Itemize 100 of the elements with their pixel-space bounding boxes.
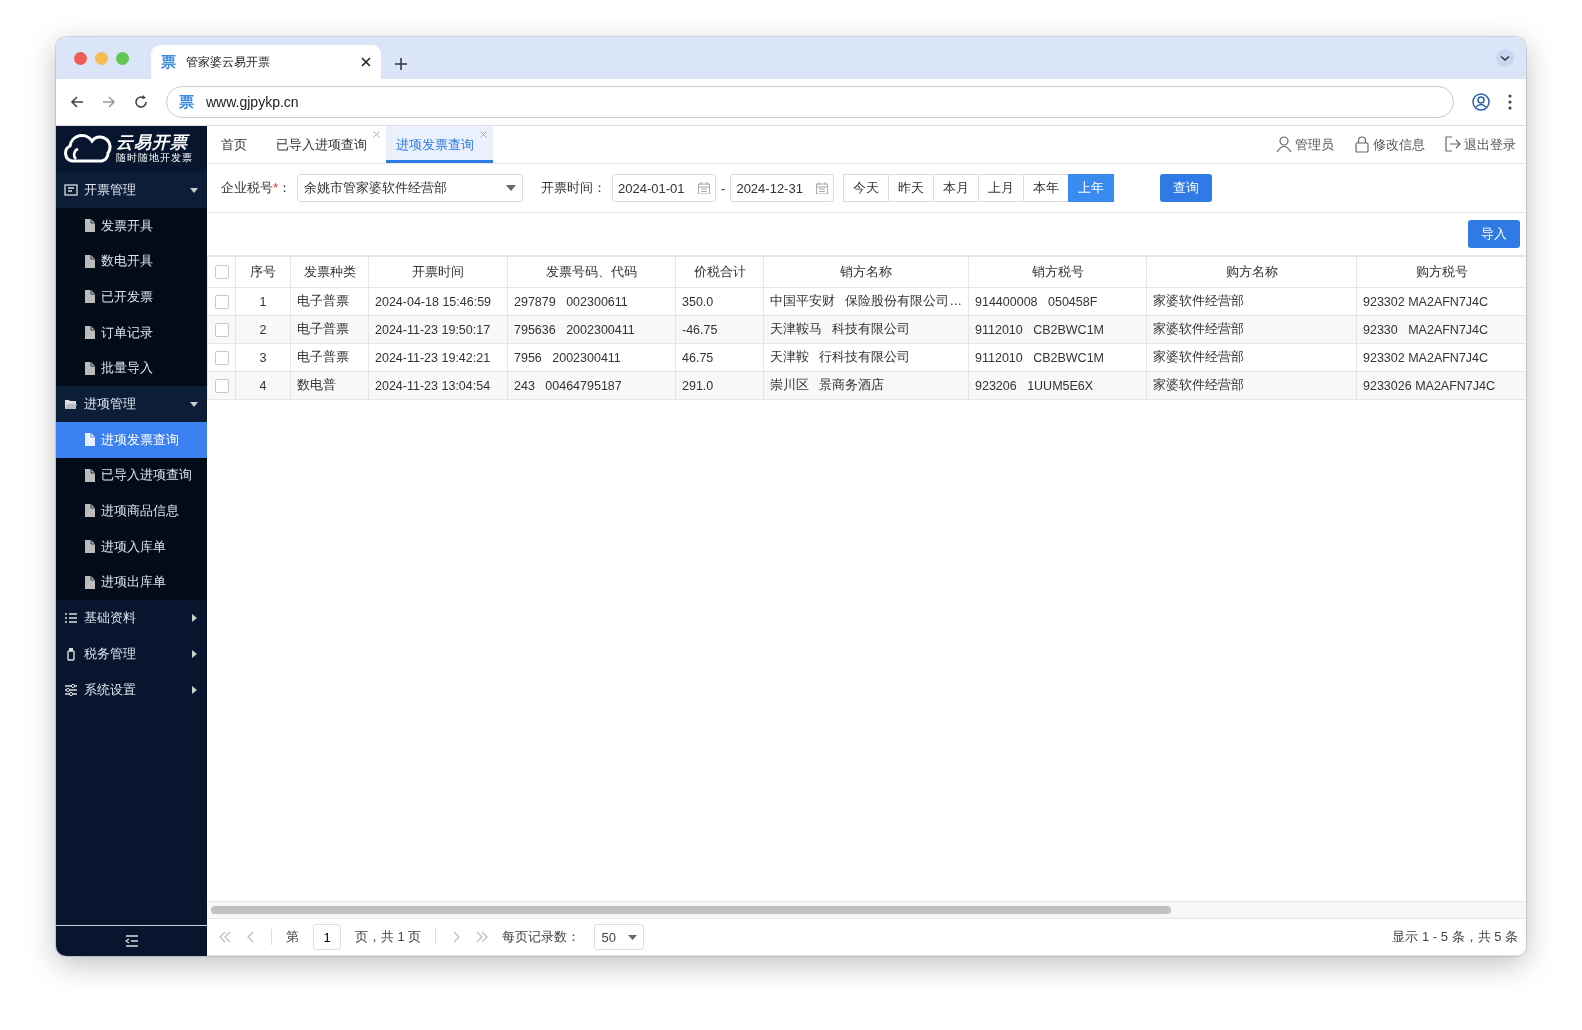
- date-range-button[interactable]: 上月: [978, 174, 1025, 202]
- caret-down-icon: [506, 185, 517, 191]
- menu-group-label: 进项管理: [84, 394, 137, 413]
- table-cell: 2024-11-23 13:04:54: [368, 371, 508, 400]
- table-cell: 2024-11-23 19:50:17: [368, 315, 508, 344]
- column-header: 销方名称: [763, 256, 969, 288]
- menu-group[interactable]: 开票管理: [56, 172, 207, 208]
- search-button[interactable]: 查询: [1160, 174, 1213, 202]
- date-range-button[interactable]: 昨天: [888, 174, 935, 202]
- document-icon: [84, 326, 95, 340]
- column-header: 购方税号: [1356, 256, 1526, 288]
- document-icon: [84, 575, 95, 589]
- field-label: 企业税号*：: [221, 179, 292, 197]
- menu-group[interactable]: 税务管理: [56, 635, 207, 672]
- end-date-field[interactable]: 2024-12-31: [730, 174, 835, 202]
- favicon: 票: [161, 52, 176, 72]
- last-page-icon[interactable]: [476, 931, 489, 943]
- more-icon[interactable]: [1508, 94, 1512, 110]
- horizontal-scrollbar[interactable]: [211, 906, 1171, 914]
- document-icon: [84, 361, 95, 375]
- caret-right-icon: [189, 684, 199, 695]
- table-cell: 923206 1UUM5E6X: [968, 371, 1147, 400]
- menu-group-label: 系统设置: [84, 680, 137, 699]
- table-cell: 9233026 MA2AFN7J4C: [1356, 371, 1526, 400]
- menu-group[interactable]: 基础资料: [56, 599, 207, 636]
- back-icon[interactable]: [70, 95, 84, 109]
- page-tab[interactable]: 进项发票查询: [386, 126, 493, 163]
- menu-item-label: 已导入进项查询: [101, 466, 192, 485]
- table-cell: 天津鞍 行科技有限公司: [763, 343, 969, 372]
- user-icon: [1276, 136, 1292, 153]
- date-range-button[interactable]: 今天: [843, 174, 890, 202]
- header-link[interactable]: 管理员: [1276, 135, 1334, 154]
- table-cell: 291.0: [675, 371, 764, 400]
- logo-title: 云易开票: [116, 134, 191, 152]
- company-select[interactable]: 余姚市管家婆软件经营部: [297, 174, 524, 202]
- document-icon: [84, 504, 95, 518]
- table-cell: 电子普票: [290, 287, 369, 316]
- menu-item[interactable]: 进项入库单: [56, 528, 207, 565]
- menu-group-icon: [64, 183, 78, 197]
- row-checkbox[interactable]: [214, 294, 229, 309]
- zoom-light[interactable]: [116, 51, 129, 65]
- menu-item[interactable]: 批量导入: [56, 350, 207, 386]
- minimize-light[interactable]: [95, 51, 108, 65]
- caret-down-icon: [189, 185, 199, 195]
- document-icon: [84, 540, 95, 554]
- menu-item-label: 批量导入: [101, 359, 153, 378]
- table-cell: 家婆软件经营部: [1146, 343, 1357, 372]
- header-link[interactable]: 退出登录: [1445, 135, 1516, 154]
- select-all-checkbox[interactable]: [214, 265, 229, 280]
- forward-icon[interactable]: [102, 95, 116, 109]
- reload-icon[interactable]: [134, 95, 148, 109]
- menu-group-icon: [64, 682, 78, 697]
- menu-item[interactable]: 数电开具: [56, 243, 207, 280]
- table-cell: 电子普票: [290, 315, 369, 344]
- import-button[interactable]: 导入: [1468, 220, 1520, 248]
- dropdown-icon[interactable]: [1496, 49, 1514, 67]
- start-date-field[interactable]: 2024-01-01: [612, 174, 717, 202]
- menu-item[interactable]: 进项发票查询: [56, 421, 207, 458]
- close-icon[interactable]: [361, 57, 371, 67]
- close-light[interactable]: [74, 51, 87, 65]
- table-cell: -46.75: [675, 315, 764, 344]
- row-checkbox[interactable]: [214, 350, 229, 365]
- menu-group-label: 开票管理: [84, 181, 137, 199]
- menu-item-label: 进项商品信息: [101, 501, 179, 520]
- new-tab-icon[interactable]: [395, 58, 407, 70]
- table-cell: 家婆软件经营部: [1146, 315, 1357, 344]
- date-range-button[interactable]: 本月: [933, 174, 980, 202]
- menu-group[interactable]: 进项管理: [56, 385, 207, 422]
- profile-icon[interactable]: [1472, 93, 1490, 111]
- page-size-select[interactable]: 50: [594, 924, 645, 950]
- menu-group-label: 基础资料: [84, 608, 137, 627]
- menu-group-label: 税务管理: [84, 644, 137, 663]
- table-cell: 92330 MA2AFN7J4C: [1356, 315, 1526, 344]
- page-tab[interactable]: 已导入进项查询: [266, 126, 386, 163]
- table-cell: 家婆软件经营部: [1146, 287, 1357, 316]
- browser-tab[interactable]: 票 管家婆云易开票: [151, 45, 381, 79]
- document-icon: [84, 290, 95, 304]
- first-page-icon[interactable]: [219, 931, 231, 943]
- menu-item[interactable]: 订单记录: [56, 314, 207, 351]
- page-number-field[interactable]: 1: [313, 924, 341, 950]
- menu-item[interactable]: 已导入进项查询: [56, 457, 207, 494]
- page-tab[interactable]: 首页: [211, 126, 266, 163]
- menu-item[interactable]: 发票开具: [56, 208, 207, 244]
- row-checkbox[interactable]: [214, 378, 229, 393]
- header-link[interactable]: 修改信息: [1354, 135, 1425, 154]
- menu-group[interactable]: 系统设置: [56, 671, 207, 708]
- table-cell: 1: [235, 287, 291, 316]
- menu-item[interactable]: 已开发票: [56, 279, 207, 315]
- collapse-menu-icon[interactable]: [124, 935, 139, 947]
- date-range-button[interactable]: 本年: [1023, 174, 1070, 202]
- menu-group-icon: [64, 610, 78, 625]
- logo-subtitle: 随时随地开发票: [116, 152, 193, 164]
- menu-item[interactable]: 进项商品信息: [56, 493, 207, 529]
- menu-item[interactable]: 进项出库单: [56, 564, 207, 600]
- row-checkbox[interactable]: [214, 322, 229, 337]
- table-cell: 243 00464795187: [507, 371, 676, 400]
- logout-icon: [1445, 136, 1461, 153]
- column-header: 销方税号: [968, 256, 1147, 288]
- document-icon: [84, 468, 95, 482]
- table-cell: 电子普票: [290, 343, 369, 372]
